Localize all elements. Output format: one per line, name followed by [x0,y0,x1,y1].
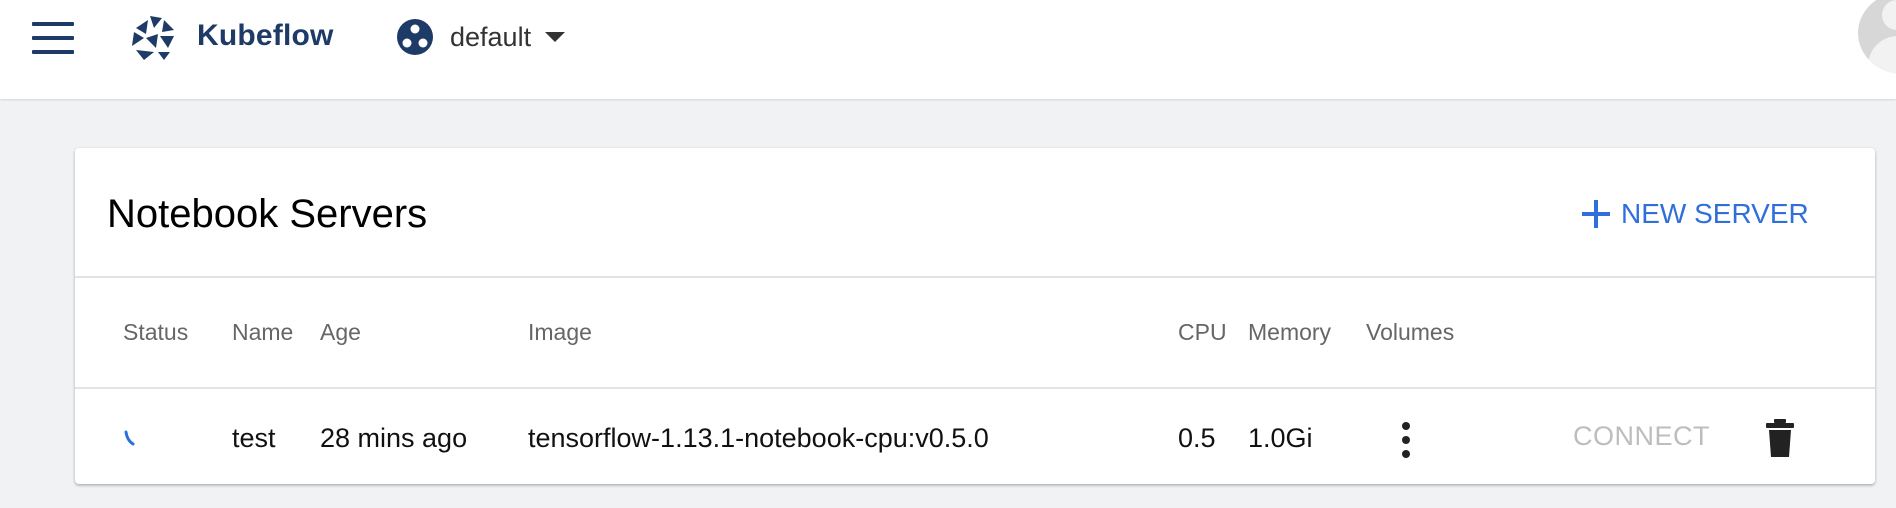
chevron-down-icon [545,32,566,42]
kubeflow-logo-icon[interactable] [128,14,178,62]
namespace-selector[interactable]: default [396,16,566,58]
new-server-label: NEW SERVER [1621,198,1809,229]
column-header-volumes: Volumes [1366,319,1455,345]
delete-icon[interactable] [1765,418,1795,458]
row-divider [75,387,1875,389]
row-cpu: 0.5 [1178,423,1216,453]
more-vert-icon[interactable] [1391,420,1421,460]
header-divider [75,276,1875,278]
column-header-memory: Memory [1248,319,1332,345]
hamburger-menu-icon[interactable] [30,22,76,54]
row-age: 28 mins ago [320,423,468,453]
plus-icon [1582,200,1610,228]
page-title: Notebook Servers [107,192,428,236]
row-memory: 1.0Gi [1248,423,1313,453]
column-header-age: Age [320,319,361,345]
column-header-status: Status [123,319,189,345]
column-header-cpu: CPU [1178,319,1227,345]
column-header-name: Name [232,319,294,345]
top-toolbar: Kubeflow default [0,0,1896,99]
row-name: test [232,423,276,453]
connect-button[interactable]: CONNECT [1573,420,1710,452]
app-name: Kubeflow [197,19,334,52]
user-avatar-icon[interactable] [1858,0,1896,74]
column-header-image: Image [528,319,592,345]
loading-spinner-icon [124,430,135,446]
new-server-button[interactable]: NEW SERVER [1581,192,1809,236]
row-image: tensorflow-1.13.1-notebook-cpu:v0.5.0 [528,423,989,453]
namespace-label: default [450,22,532,52]
notebook-servers-card: Notebook Servers NEW SERVER Status Name … [75,148,1875,484]
namespace-icon [397,19,433,55]
